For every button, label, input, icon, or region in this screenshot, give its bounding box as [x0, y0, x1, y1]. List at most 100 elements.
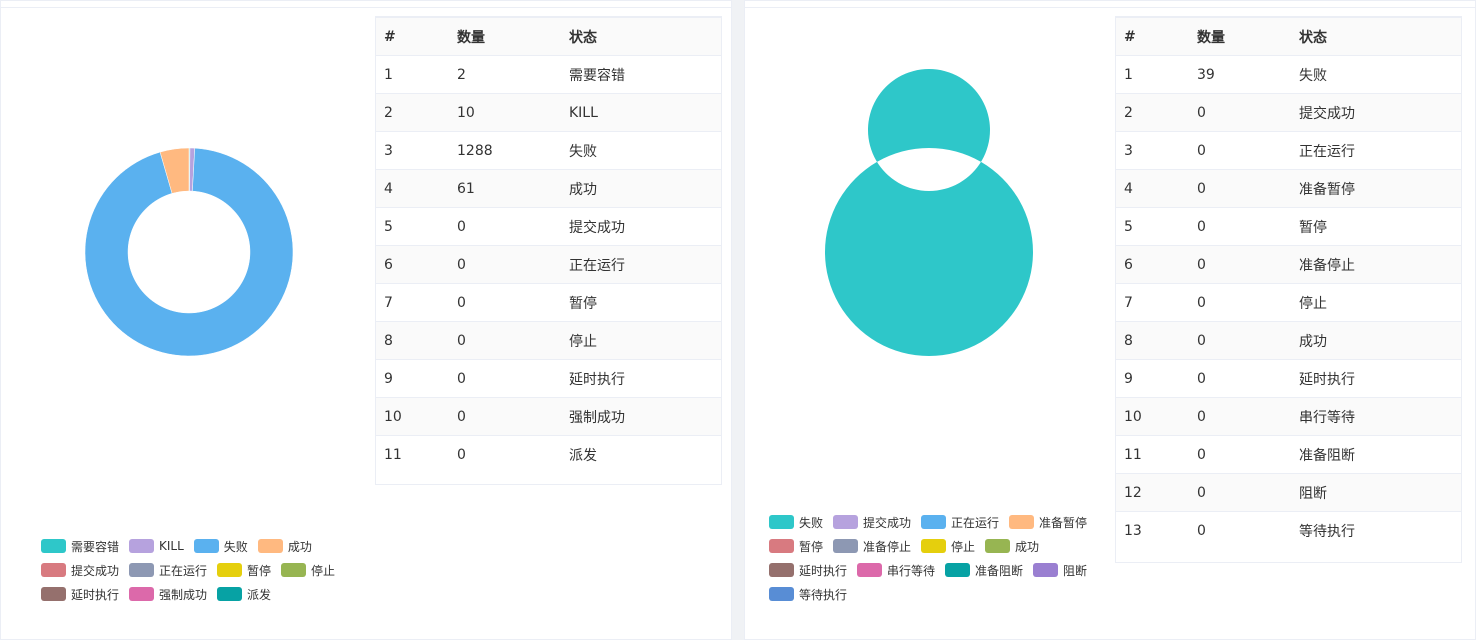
legend-item[interactable]: KILL [129, 539, 184, 553]
legend-swatch [281, 563, 307, 577]
table-cell: 停止 [1291, 283, 1461, 322]
legend-row: 提交成功 正在运行 暂停 停止 [41, 558, 345, 582]
table-cell: 失败 [561, 131, 721, 170]
legend-swatch [41, 587, 66, 601]
legend-item[interactable]: 串行等待 [857, 562, 935, 579]
table-cell: 0 [1189, 283, 1291, 322]
table-row: 2 0 提交成功 [1116, 93, 1461, 132]
table-row: 11 0 准备阻断 [1116, 435, 1461, 474]
legend-item[interactable]: 成功 [985, 538, 1039, 555]
legend-item[interactable]: 正在运行 [921, 514, 999, 531]
legend-label: 失败 [799, 515, 824, 530]
table-cell: 阻断 [1291, 473, 1461, 512]
table-cell: 9 [1116, 359, 1189, 398]
legend-item[interactable]: 派发 [217, 586, 271, 603]
legend-item[interactable]: 准备停止 [833, 538, 911, 555]
table-row: 8 0 停止 [376, 321, 721, 360]
table-row: 9 0 延时执行 [376, 359, 721, 398]
legend-item[interactable]: 阻断 [1033, 562, 1087, 579]
table-cell: 13 [1116, 511, 1189, 550]
legend-row: 延时执行 串行等待 准备阻断 阻断 [769, 558, 1097, 582]
right-table-container: # 数量 状态 1 39 失败 2 0 提交成功 3 0 正在运行 4 0 准备暂停 5 0 暂停 6 0 准备停止 7… [1115, 16, 1462, 563]
table-cell: 61 [449, 169, 561, 208]
legend-swatch [857, 563, 883, 577]
table-cell: 0 [449, 397, 561, 436]
table-cell: 强制成功 [561, 397, 721, 436]
legend-label: 失败 [223, 539, 248, 554]
table-cell: 正在运行 [561, 245, 721, 284]
table-cell: 0 [1189, 321, 1291, 360]
table-cell: 延时执行 [561, 359, 721, 398]
table-cell: 准备暂停 [1291, 169, 1461, 208]
legend-swatch [945, 563, 971, 577]
legend-label: 阻断 [1063, 563, 1088, 578]
legend-item[interactable]: 暂停 [769, 538, 823, 555]
legend-item[interactable]: 提交成功 [833, 514, 911, 531]
table-row: 3 1288 失败 [376, 131, 721, 170]
legend-row: 暂停 准备停止 停止 成功 [769, 534, 1097, 558]
table-row: 2 10 KILL [376, 93, 721, 132]
legend-item[interactable]: 准备暂停 [1009, 514, 1087, 531]
table-cell: 11 [376, 435, 449, 474]
legend-label: 准备阻断 [975, 563, 1024, 578]
table-row: 4 0 准备暂停 [1116, 169, 1461, 208]
legend-label: 延时执行 [799, 563, 848, 578]
legend-swatch [193, 539, 219, 553]
table-cell: 成功 [561, 169, 721, 208]
table-row: 6 0 正在运行 [376, 245, 721, 284]
table-cell: 7 [1116, 283, 1189, 322]
table-cell: 0 [1189, 245, 1291, 284]
table-cell: 3 [376, 131, 449, 170]
table-cell: 成功 [1291, 321, 1461, 360]
legend-item[interactable]: 正在运行 [129, 562, 207, 579]
legend-item[interactable]: 等待执行 [769, 586, 847, 603]
column-header: 数量 [1189, 17, 1291, 56]
left-donut-chart[interactable] [9, 1, 369, 501]
table-cell: 39 [1189, 55, 1291, 94]
table-row: 6 0 准备停止 [1116, 245, 1461, 284]
table-cell: 提交成功 [561, 207, 721, 246]
column-header: # [376, 17, 449, 56]
legend-item[interactable]: 提交成功 [41, 562, 119, 579]
legend-item[interactable]: 延时执行 [769, 562, 847, 579]
table-cell: 5 [1116, 207, 1189, 246]
legend-swatch [769, 515, 794, 529]
right-donut-chart[interactable] [753, 1, 1113, 501]
legend-item[interactable]: 延时执行 [41, 586, 119, 603]
table-cell: 4 [1116, 169, 1189, 208]
legend-row: 延时执行 强制成功 派发 [41, 582, 345, 606]
table-cell: 串行等待 [1291, 397, 1461, 436]
table-cell: 0 [449, 245, 561, 284]
legend-item[interactable]: 停止 [921, 538, 975, 555]
table-cell: 等待执行 [1291, 511, 1461, 550]
table-cell: 准备阻断 [1291, 435, 1461, 474]
legend-swatch [921, 515, 947, 529]
legend-swatch [985, 539, 1011, 553]
table-row: 3 0 正在运行 [1116, 131, 1461, 170]
pie-slice[interactable] [824, 68, 1033, 357]
legend-item[interactable]: 失败 [769, 514, 823, 531]
table-cell: 暂停 [1291, 207, 1461, 246]
legend-item[interactable]: 成功 [257, 538, 312, 555]
legend-swatch [129, 563, 155, 577]
table-cell: 7 [376, 283, 449, 322]
legend-label: 成功 [1015, 539, 1040, 554]
table-cell: 1 [1116, 55, 1189, 94]
legend-item[interactable]: 强制成功 [129, 586, 207, 603]
table-cell: 0 [449, 435, 561, 474]
legend-item[interactable]: 失败 [193, 538, 248, 555]
legend-item[interactable]: 准备阻断 [945, 562, 1023, 579]
legend-label: 正在运行 [159, 563, 208, 578]
table-cell: 6 [376, 245, 449, 284]
legend-swatch [41, 563, 66, 577]
table-row: 1 39 失败 [1116, 55, 1461, 94]
legend-item[interactable]: 需要容错 [41, 538, 119, 555]
legend-item[interactable]: 暂停 [217, 562, 271, 579]
column-header: 数量 [449, 17, 561, 56]
legend-item[interactable]: 停止 [281, 562, 335, 579]
legend-label: 延时执行 [71, 587, 120, 602]
table-row: 10 0 串行等待 [1116, 397, 1461, 436]
table-cell: 2 [1116, 93, 1189, 132]
table-row: 5 0 暂停 [1116, 207, 1461, 246]
table-row: 4 61 成功 [376, 169, 721, 208]
